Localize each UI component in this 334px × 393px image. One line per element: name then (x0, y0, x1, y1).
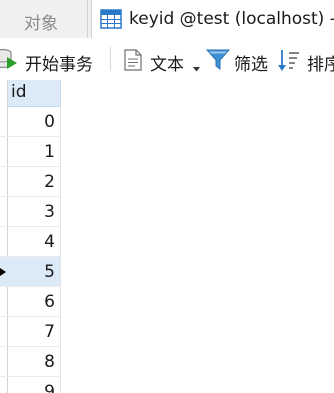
table-cell-id[interactable]: 6 (8, 287, 61, 317)
row-selector[interactable] (0, 107, 8, 137)
text-view-button[interactable]: 文本 (120, 38, 204, 80)
data-grid[interactable]: id 0123456789 (0, 80, 334, 393)
row-selector[interactable] (0, 287, 8, 317)
table-cell-id[interactable]: 0 (8, 107, 61, 137)
filter-label: 筛选 (234, 55, 268, 75)
current-row-pointer-icon (0, 268, 6, 276)
begin-transaction-label: 开始事务 (25, 55, 93, 75)
column-header-label: id (11, 82, 27, 102)
table-cell-id[interactable]: 9 (8, 377, 61, 393)
table-cell-id[interactable]: 7 (8, 317, 61, 347)
row-selector[interactable] (0, 227, 8, 257)
row-selector[interactable] (0, 197, 8, 227)
transaction-icon (0, 48, 18, 70)
begin-transaction-button[interactable]: 开始事务 (0, 38, 104, 80)
sort-button[interactable]: 排序 (276, 38, 334, 80)
tab-table-keyid-label: keyid @test (localhost) - (129, 9, 334, 29)
tab-table-keyid[interactable]: keyid @test (localhost) - (91, 0, 334, 38)
filter-funnel-icon (205, 49, 231, 71)
navicat-window: 对象 keyid @test (localhost) - 开始事务 文本 筛选 … (0, 0, 334, 393)
column-header-id[interactable]: id (8, 80, 61, 107)
tab-objects[interactable]: 对象 (0, 0, 88, 38)
text-view-label: 文本 (150, 55, 184, 75)
chevron-down-icon (193, 57, 200, 76)
table-cell-id[interactable]: 5 (8, 257, 61, 287)
row-selector[interactable] (0, 377, 8, 393)
table-grid-icon (100, 9, 122, 29)
tab-objects-label: 对象 (24, 14, 58, 34)
sort-label: 排序 (307, 55, 334, 75)
toolbar: 开始事务 文本 筛选 排序 (0, 38, 334, 81)
table-cell-id[interactable]: 3 (8, 197, 61, 227)
row-selector[interactable] (0, 317, 8, 347)
table-cell-id[interactable]: 8 (8, 347, 61, 377)
row-selector[interactable] (0, 137, 8, 167)
filter-button[interactable]: 筛选 (204, 38, 274, 80)
table-cell-id[interactable]: 4 (8, 227, 61, 257)
row-selector[interactable] (0, 347, 8, 377)
sort-icon (277, 48, 301, 72)
toolbar-separator (110, 47, 111, 71)
tab-bar: 对象 keyid @test (localhost) - (0, 0, 334, 38)
row-selector[interactable] (0, 167, 8, 197)
document-icon (123, 49, 143, 71)
table-cell-id[interactable]: 1 (8, 137, 61, 167)
table-cell-id[interactable]: 2 (8, 167, 61, 197)
